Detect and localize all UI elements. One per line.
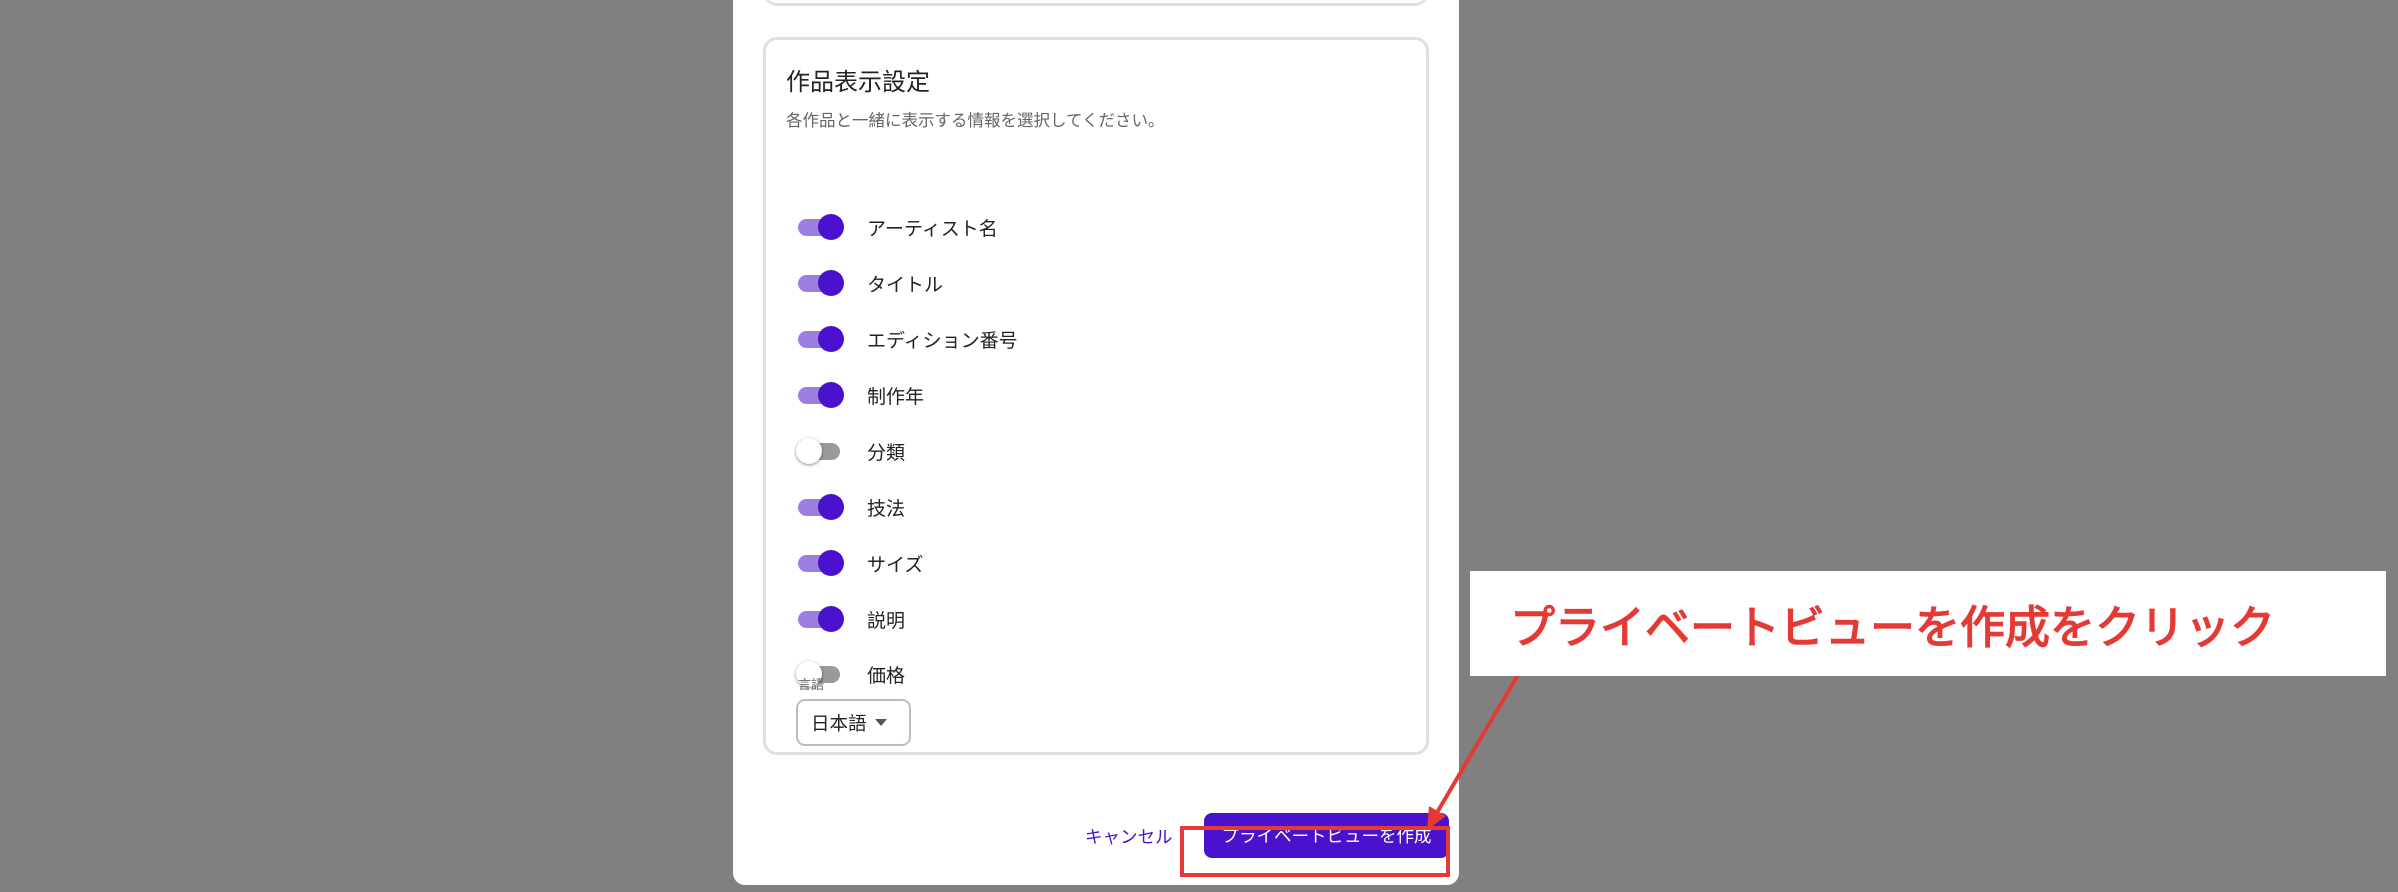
annotation-arrow-icon [1427,649,1534,830]
annotation-text: プライベートビューを作成をクリック [1510,601,2276,654]
annotation-callout: プライベートビューを作成をクリック [1470,571,2386,676]
